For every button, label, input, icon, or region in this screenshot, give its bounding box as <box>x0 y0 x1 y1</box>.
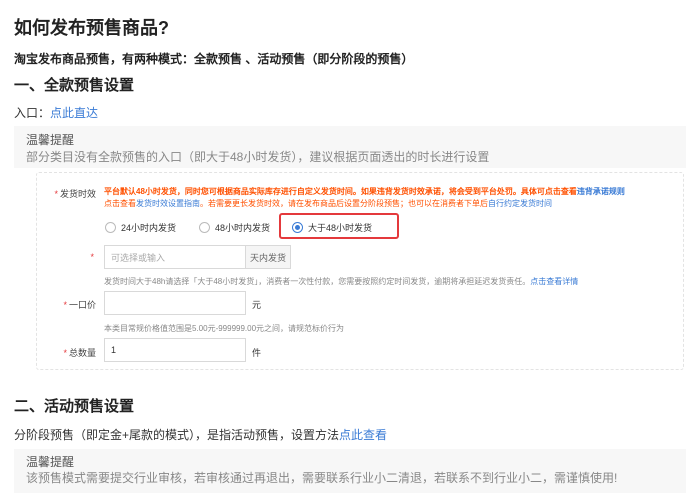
entry-direct-link[interactable]: 点此直达 <box>50 106 98 120</box>
price-label: * 一口价 <box>63 300 96 310</box>
ship-time-guide-notice: 点击查看发货时效设置指南。若需要更长发货时效，请在发布商品后设置分阶段预售；也可… <box>104 199 552 208</box>
quantity-input[interactable]: 1 <box>104 338 246 362</box>
violation-rules-link[interactable]: 违背承诺规则 <box>577 187 625 196</box>
ship-time-guide-link[interactable]: 发货时效设置指南 <box>136 199 200 208</box>
ship-days-hint: 发货时间大于48h请选择「大于48小时发货」，消费者一次性付款，您需要按照约定时… <box>104 277 579 286</box>
intro-text: 淘宝发布商品预售，有两种模式：全款预售 、活动预售（即分阶段的预售） <box>14 52 414 66</box>
ship-days-input[interactable]: 可选择或输入 <box>104 245 246 269</box>
section-heading-full-presale: 一、全款预售设置 <box>14 77 135 94</box>
ship-time-notice: 平台默认48小时发货，同时您可根据商品实际库存进行自定义发货时间。如果违背发货时… <box>104 187 625 196</box>
activity-presale-text: 分阶段预售（即定金+尾款的模式），是指活动预售，设置方法点此查看 <box>14 428 388 442</box>
section-heading-activity-presale: 二、活动预售设置 <box>14 398 135 415</box>
tip-title: 温馨提醒 <box>26 133 75 147</box>
quantity-label: * 总数量 <box>63 348 96 358</box>
price-unit: 元 <box>252 300 262 310</box>
page-title: 如何发布预售商品? <box>14 18 169 38</box>
radio-48h[interactable]: 48小时内发货 <box>199 221 270 234</box>
tip-text: 部分类目没有全款预售的入口（即大于48小时发货），建议根据页面透出的时长进行设置 <box>26 150 490 164</box>
price-input[interactable] <box>104 291 246 315</box>
highlight-frame <box>279 213 399 239</box>
tip-title: 温馨提醒 <box>26 455 75 469</box>
radio-24h[interactable]: 24小时内发货 <box>105 221 176 234</box>
days-required-mark: * <box>90 252 94 262</box>
entry-line: 入口：点此直达 <box>14 104 98 121</box>
view-method-link[interactable]: 点此查看 <box>339 428 387 442</box>
tip-text: 该预售模式需要提交行业审核，若审核通过再退出，需要联系行业小二清退，若联系不到行… <box>26 471 618 485</box>
ship-time-label: * 发货时效 <box>54 189 96 199</box>
radio-circle-icon <box>199 222 210 233</box>
view-details-link[interactable]: 点击查看详情 <box>530 277 578 286</box>
entry-prefix: 入口： <box>14 106 51 120</box>
price-hint: 本类目常规价格值范围是5.00元-999999.00元之间，请规范标价行为 <box>104 324 345 333</box>
custom-ship-time-link[interactable]: 自行约定发货时间 <box>488 199 552 208</box>
radio-circle-icon <box>105 222 116 233</box>
ship-days-suffix: 天内发货 <box>246 245 291 269</box>
tip-box-activity-presale: 温馨提醒 该预售模式需要提交行业审核，若审核通过再退出，需要联系行业小二清退，若… <box>14 449 686 493</box>
tip-box-full-presale: 温馨提醒 部分类目没有全款预售的入口（即大于48小时发货），建议根据页面透出的时… <box>14 126 686 168</box>
quantity-unit: 件 <box>252 348 262 358</box>
